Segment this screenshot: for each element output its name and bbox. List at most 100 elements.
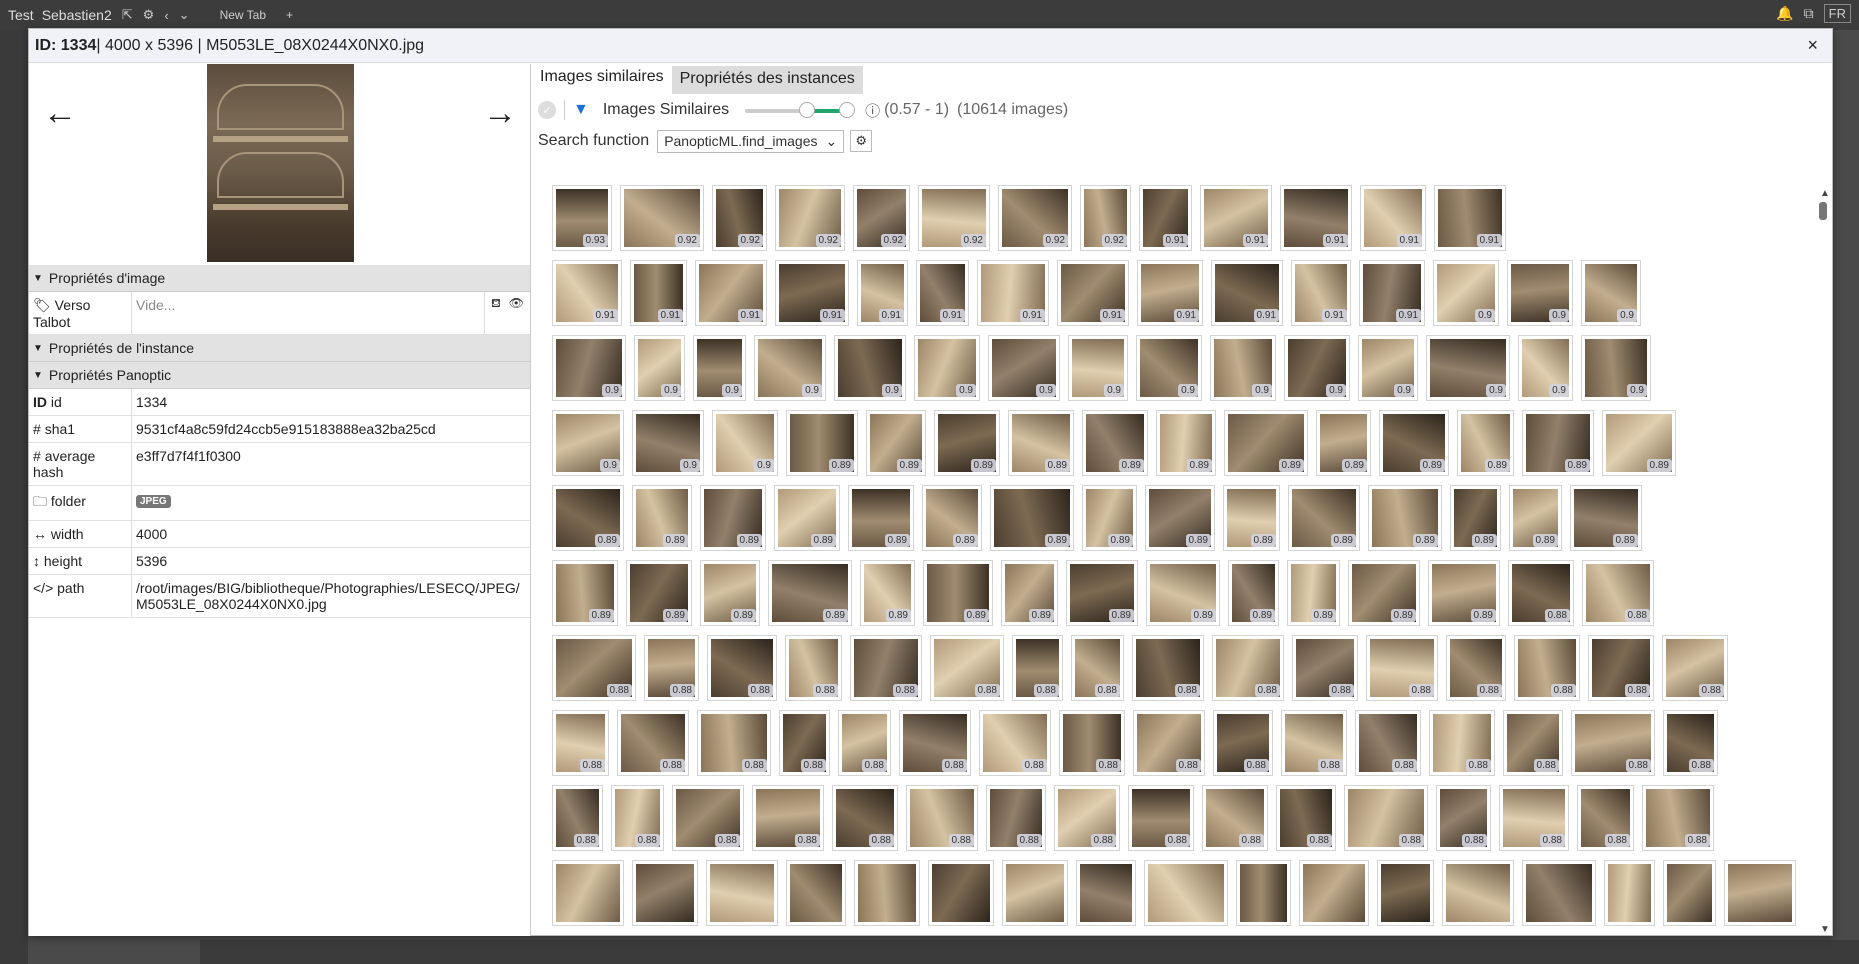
similar-image-thumbnail[interactable] bbox=[1002, 860, 1068, 926]
similar-image-thumbnail[interactable]: 0.89 bbox=[552, 485, 624, 551]
similar-image-thumbnail[interactable]: 0.88 bbox=[1446, 635, 1506, 701]
similar-image-thumbnail[interactable]: 0.88 bbox=[1133, 710, 1205, 776]
project-name[interactable]: Sebastien2 bbox=[42, 7, 112, 23]
paint-bucket-icon[interactable]: ⛾ bbox=[491, 296, 501, 330]
similar-image-thumbnail[interactable]: 0.9 bbox=[1581, 260, 1641, 326]
similarity-range-slider[interactable] bbox=[745, 100, 856, 120]
similar-image-thumbnail[interactable]: 0.89 bbox=[1288, 485, 1360, 551]
similar-image-thumbnail[interactable]: 0.88 bbox=[1429, 710, 1495, 776]
similar-image-thumbnail[interactable]: 0.9 bbox=[712, 410, 778, 476]
similar-image-thumbnail[interactable]: 0.89 bbox=[1368, 485, 1442, 551]
similar-image-thumbnail[interactable]: 0.91 bbox=[1434, 185, 1506, 251]
expand-icon[interactable]: ⇱ bbox=[122, 7, 133, 23]
scroll-up-icon[interactable]: ▲ bbox=[1820, 188, 1830, 199]
similar-image-thumbnail[interactable]: 0.89 bbox=[1570, 485, 1642, 551]
similar-image-thumbnail[interactable]: 0.92 bbox=[918, 185, 990, 251]
similar-image-thumbnail[interactable]: 0.88 bbox=[899, 710, 971, 776]
section-instance-properties[interactable]: ▼ Propriétés de l'instance bbox=[29, 335, 530, 362]
close-button[interactable]: × bbox=[1799, 35, 1826, 56]
scroll-down-icon[interactable]: ▼ bbox=[1820, 924, 1830, 935]
similar-image-thumbnail[interactable]: 0.9 bbox=[634, 335, 685, 401]
similar-image-thumbnail[interactable]: 0.88 bbox=[1514, 635, 1580, 701]
similar-image-thumbnail[interactable]: 0.9 bbox=[1433, 260, 1499, 326]
similar-image-thumbnail[interactable] bbox=[1076, 860, 1136, 926]
similar-image-thumbnail[interactable]: 0.88 bbox=[1012, 635, 1063, 701]
similar-image-thumbnail[interactable] bbox=[854, 860, 920, 926]
similar-image-thumbnail[interactable]: 0.89 bbox=[700, 485, 766, 551]
similar-image-thumbnail[interactable]: 0.91 bbox=[630, 260, 687, 326]
similar-image-thumbnail[interactable]: 0.88 bbox=[1663, 710, 1718, 776]
similar-image-thumbnail[interactable] bbox=[1144, 860, 1228, 926]
folder-badge[interactable]: JPEG bbox=[136, 495, 171, 508]
scrollbar-thumb[interactable] bbox=[1819, 202, 1827, 220]
similar-image-thumbnail[interactable] bbox=[928, 860, 994, 926]
similar-image-thumbnail[interactable] bbox=[1299, 860, 1369, 926]
similar-image-thumbnail[interactable]: 0.89 bbox=[990, 485, 1074, 551]
similar-image-thumbnail[interactable]: 0.9 bbox=[1518, 335, 1573, 401]
similar-image-thumbnail[interactable]: 0.88 bbox=[1499, 785, 1569, 851]
previous-image-arrow-icon[interactable]: ← bbox=[43, 94, 77, 133]
similar-image-thumbnail[interactable] bbox=[552, 860, 624, 926]
similar-image-thumbnail[interactable]: 0.88 bbox=[1212, 635, 1284, 701]
similar-image-thumbnail[interactable]: 0.88 bbox=[1642, 785, 1714, 851]
similar-image-thumbnail[interactable]: 0.91 bbox=[1137, 260, 1203, 326]
similar-image-thumbnail[interactable]: 0.89 bbox=[848, 485, 914, 551]
similar-image-thumbnail[interactable] bbox=[1236, 860, 1291, 926]
similar-image-thumbnail[interactable]: 0.88 bbox=[1202, 785, 1268, 851]
similar-image-thumbnail[interactable] bbox=[1663, 860, 1716, 926]
similar-image-thumbnail[interactable]: 0.89 bbox=[1156, 410, 1216, 476]
similar-image-thumbnail[interactable]: 0.9 bbox=[632, 410, 704, 476]
similar-image-thumbnail[interactable]: 0.92 bbox=[775, 185, 845, 251]
similar-image-thumbnail[interactable]: 0.88 bbox=[1292, 635, 1358, 701]
similar-image-thumbnail[interactable]: 0.88 bbox=[1503, 710, 1563, 776]
similar-image-thumbnail[interactable]: 0.88 bbox=[611, 785, 664, 851]
similar-image-thumbnail[interactable]: 0.88 bbox=[1071, 635, 1124, 701]
similar-image-thumbnail[interactable]: 0.89 bbox=[923, 560, 993, 626]
slider-max-handle[interactable] bbox=[839, 102, 856, 118]
similar-image-thumbnail[interactable]: 0.9 bbox=[988, 335, 1060, 401]
similar-image-thumbnail[interactable]: 0.88 bbox=[1276, 785, 1336, 851]
filter-icon[interactable]: ▼ bbox=[573, 101, 589, 119]
similar-image-thumbnail[interactable]: 0.89 bbox=[922, 485, 982, 551]
add-tab-button[interactable]: + bbox=[286, 8, 293, 22]
tab-images-similaires[interactable]: Images similaires bbox=[532, 64, 672, 94]
similar-image-thumbnail[interactable]: 0.91 bbox=[1291, 260, 1351, 326]
similar-image-thumbnail[interactable]: 0.88 bbox=[1281, 710, 1347, 776]
similar-image-thumbnail[interactable]: 0.89 bbox=[1228, 560, 1279, 626]
similar-image-thumbnail[interactable]: 0.88 bbox=[644, 635, 699, 701]
similar-image-thumbnail[interactable]: 0.89 bbox=[1066, 560, 1138, 626]
similar-image-thumbnail[interactable]: 0.89 bbox=[1224, 410, 1308, 476]
similar-image-thumbnail[interactable]: 0.89 bbox=[1223, 485, 1280, 551]
similar-image-thumbnail[interactable]: 0.92 bbox=[853, 185, 910, 251]
similar-image-thumbnail[interactable]: 0.91 bbox=[1211, 260, 1283, 326]
new-tab[interactable]: New Tab bbox=[220, 8, 266, 22]
similar-image-thumbnail[interactable]: 0.88 bbox=[1355, 710, 1421, 776]
similar-image-thumbnail[interactable]: 0.88 bbox=[979, 710, 1051, 776]
similar-image-thumbnail[interactable]: 0.88 bbox=[779, 710, 830, 776]
similar-image-thumbnail[interactable] bbox=[1724, 860, 1796, 926]
similar-image-thumbnail[interactable]: 0.88 bbox=[1662, 635, 1728, 701]
similar-image-thumbnail[interactable]: 0.92 bbox=[1080, 185, 1131, 251]
check-circle-icon[interactable]: ✓ bbox=[538, 101, 556, 119]
similar-image-thumbnail[interactable]: 0.91 bbox=[1359, 260, 1425, 326]
image-preview[interactable] bbox=[207, 64, 354, 262]
similar-image-thumbnail[interactable]: 0.91 bbox=[695, 260, 767, 326]
similar-image-thumbnail[interactable]: 0.88 bbox=[1054, 785, 1120, 851]
similar-image-thumbnail[interactable]: 0.91 bbox=[977, 260, 1049, 326]
chevron-left-icon[interactable]: ‹ bbox=[164, 8, 168, 23]
similar-image-thumbnail[interactable]: 0.89 bbox=[1428, 560, 1500, 626]
similar-image-thumbnail[interactable]: 0.88 bbox=[1213, 710, 1273, 776]
similar-image-thumbnail[interactable]: 0.88 bbox=[906, 785, 978, 851]
similar-image-thumbnail[interactable]: 0.89 bbox=[1146, 560, 1220, 626]
similar-image-thumbnail[interactable]: 0.89 bbox=[786, 410, 858, 476]
chevron-down-icon[interactable]: ⌄ bbox=[179, 7, 190, 23]
similar-image-thumbnail[interactable]: 0.88 bbox=[850, 635, 922, 701]
similar-image-thumbnail[interactable]: 0.88 bbox=[617, 710, 689, 776]
similar-image-thumbnail[interactable]: 0.88 bbox=[707, 635, 777, 701]
similar-image-thumbnail[interactable]: 0.89 bbox=[1001, 560, 1058, 626]
similar-image-thumbnail[interactable]: 0.88 bbox=[1571, 710, 1655, 776]
translate-icon[interactable]: ⧉ bbox=[1804, 5, 1814, 22]
language-select[interactable]: FR bbox=[1823, 4, 1851, 23]
similar-image-thumbnail[interactable]: 0.91 bbox=[1139, 185, 1192, 251]
similar-image-thumbnail[interactable]: 0.9 bbox=[693, 335, 746, 401]
